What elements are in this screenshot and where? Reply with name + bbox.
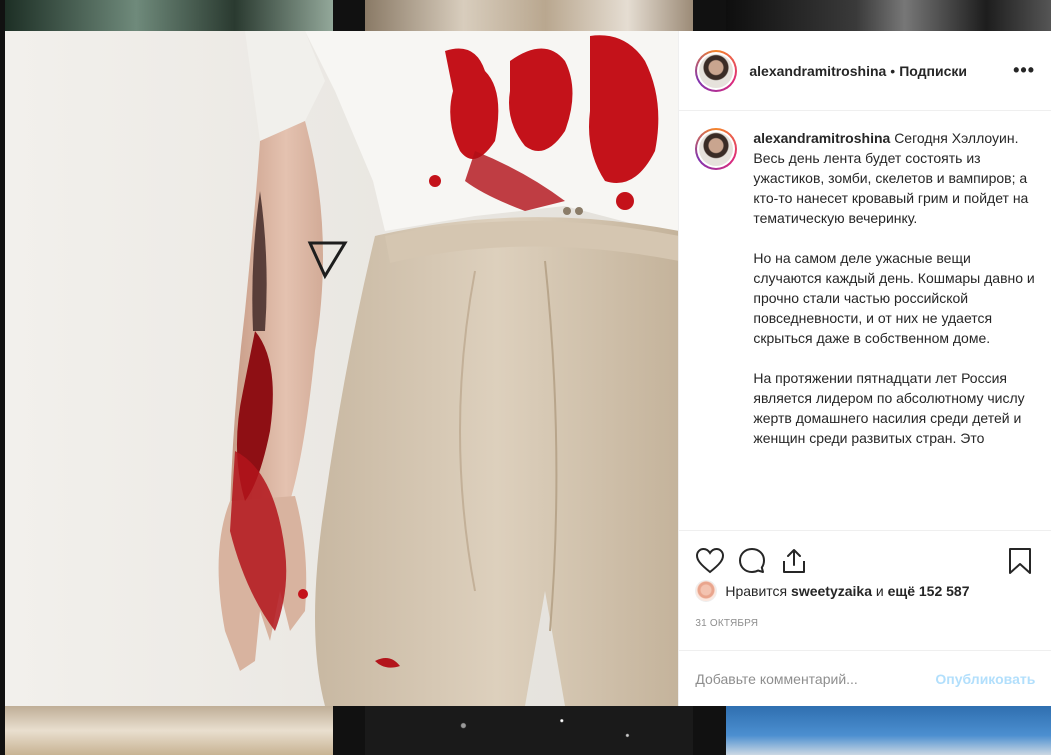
post-header: alexandramitroshina • Подписки ••• bbox=[679, 31, 1051, 111]
grid-thumbnail[interactable] bbox=[365, 706, 693, 755]
caption-username[interactable]: alexandramitroshina bbox=[753, 130, 890, 146]
share-icon[interactable] bbox=[779, 546, 809, 576]
publish-button[interactable]: Опубликовать bbox=[935, 671, 1035, 687]
grid-thumbnail[interactable] bbox=[5, 0, 333, 31]
comment-icon[interactable] bbox=[737, 546, 767, 576]
caption-paragraph: Но на самом деле ужасные вещи случаются … bbox=[753, 250, 1035, 346]
following-button[interactable]: Подписки bbox=[899, 63, 967, 79]
likes-prefix: Нравится bbox=[725, 583, 788, 599]
grid-thumbnail[interactable] bbox=[365, 0, 693, 31]
post-side-panel: alexandramitroshina • Подписки ••• alexa… bbox=[678, 31, 1051, 706]
caption-text: alexandramitroshina Сегодня Хэллоуин. Ве… bbox=[753, 128, 1035, 530]
caption-author-avatar[interactable] bbox=[695, 128, 738, 170]
heart-icon[interactable] bbox=[695, 546, 725, 576]
header-separator: • bbox=[890, 62, 896, 79]
likes-count[interactable]: ещё 152 587 bbox=[888, 583, 970, 599]
post-modal: alexandramitroshina • Подписки ••• alexa… bbox=[5, 31, 1051, 706]
caption-paragraph: На протяжении пятнадцати лет Россия явля… bbox=[753, 370, 1025, 446]
post-photo[interactable] bbox=[5, 31, 679, 706]
post-photo-illustration bbox=[5, 31, 679, 706]
author-avatar[interactable] bbox=[695, 49, 738, 92]
comment-form: Опубликовать bbox=[679, 650, 1051, 706]
likes-row: Нравится sweetyzaika и ещё 152 587 bbox=[695, 580, 969, 602]
grid-thumbnail[interactable] bbox=[726, 706, 1051, 755]
liker-username[interactable]: sweetyzaika bbox=[791, 583, 872, 599]
grid-thumbnail[interactable] bbox=[5, 706, 333, 755]
author-username[interactable]: alexandramitroshina bbox=[749, 63, 886, 79]
caption-scroll-area[interactable]: alexandramitroshina Сегодня Хэллоуин. Ве… bbox=[679, 112, 1051, 530]
post-date[interactable]: 31 октября bbox=[695, 618, 758, 629]
likes-middle: и bbox=[875, 583, 884, 599]
liker-avatar[interactable] bbox=[695, 580, 718, 602]
comment-input[interactable] bbox=[695, 670, 936, 687]
bookmark-icon[interactable] bbox=[1005, 546, 1035, 576]
grid-thumbnail[interactable] bbox=[726, 0, 1051, 31]
more-icon[interactable]: ••• bbox=[1013, 60, 1035, 81]
